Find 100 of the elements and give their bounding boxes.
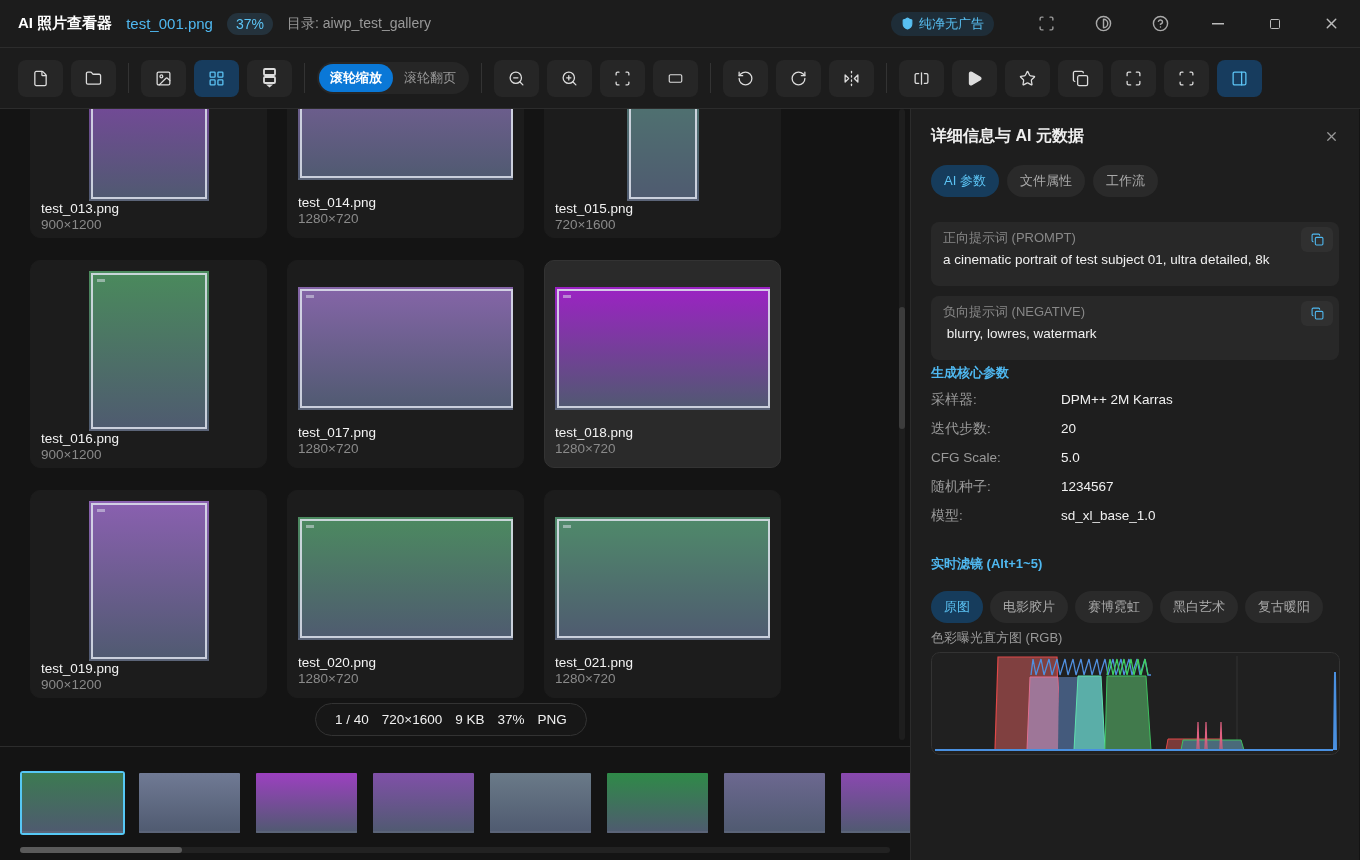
status-text: 37% <box>497 712 525 727</box>
star-icon <box>1019 69 1036 87</box>
focus-icon <box>1178 69 1195 87</box>
filter-chip[interactable]: 黑白艺术 <box>1160 591 1238 623</box>
scrollbar-thumb[interactable] <box>20 847 182 853</box>
zoom-in-icon <box>561 69 578 87</box>
card-dimensions: 900×1200 <box>41 447 103 463</box>
param-value: DPM++ 2M Karras <box>1061 391 1174 409</box>
expand-icon <box>1125 69 1142 87</box>
image-card[interactable]: test_021.png 1280×720 <box>544 490 781 698</box>
image-card[interactable]: test_016.png 900×1200 <box>30 260 267 468</box>
image-card[interactable]: test_015.png 720×1600 <box>544 109 781 238</box>
param-value: 20 <box>1061 420 1078 438</box>
scrollbar-thumb[interactable] <box>899 307 905 429</box>
param-label: 迭代步数: <box>931 420 992 438</box>
badge-label: 纯净无广告 <box>919 14 984 33</box>
panel-tab[interactable]: 工作流 <box>1092 165 1158 197</box>
zoom-badge: 37% <box>226 12 273 35</box>
rotate-left-button[interactable] <box>723 59 768 97</box>
copy-icon <box>1310 233 1324 246</box>
fit-icon <box>614 69 631 87</box>
card-dimensions: 1280×720 <box>298 211 360 227</box>
image-card[interactable]: test_013.png 900×1200 <box>30 109 267 238</box>
card-file-name: test_016.png <box>41 431 121 447</box>
section-heading: 生成核心参数 <box>931 364 1010 382</box>
single-button[interactable] <box>141 59 186 97</box>
contrast-icon <box>1095 15 1112 32</box>
side-panel-icon <box>1231 69 1248 87</box>
param-label: 模型: <box>931 507 964 525</box>
filter-chip[interactable]: 电影胶片 <box>990 591 1068 623</box>
card-dimensions: 1280×720 <box>298 671 360 687</box>
copy-button[interactable] <box>1301 227 1333 252</box>
image-card[interactable]: test_019.png 900×1200 <box>30 490 267 698</box>
copy-icon <box>1072 69 1089 87</box>
folder-button[interactable] <box>71 59 116 97</box>
minimize-icon <box>1211 22 1224 25</box>
rotate-left-icon <box>737 69 754 87</box>
strip-view-icon <box>261 68 278 88</box>
zoom-out-icon <box>508 69 525 87</box>
status-text: PNG <box>537 712 567 727</box>
histogram-area <box>1180 739 1245 751</box>
wheel-mode-option[interactable]: 滚轮缩放 <box>319 64 393 92</box>
expand-button[interactable] <box>1111 59 1156 97</box>
actual-size-button[interactable] <box>653 59 698 97</box>
card-dimensions: 720×1600 <box>555 217 617 233</box>
star-button[interactable] <box>1005 59 1050 97</box>
copy-button[interactable] <box>1301 301 1333 326</box>
card-dimensions: 900×1200 <box>41 217 103 233</box>
card-file-name: test_018.png <box>555 425 635 441</box>
panel-button[interactable] <box>1217 59 1262 97</box>
image-card[interactable]: test_017.png 1280×720 <box>287 260 524 468</box>
param-value: 5.0 <box>1061 449 1081 467</box>
strip-button[interactable] <box>247 59 292 97</box>
grid-icon <box>208 69 225 87</box>
prompt-text: a cinematic portrait of test subject 01, ultra detailed, 8k <box>943 252 1271 267</box>
card-file-name: test_021.png <box>555 655 635 671</box>
fit-button[interactable] <box>600 59 645 97</box>
card-file-name: test_014.png <box>298 195 378 211</box>
filter-chip[interactable]: 赛博霓虹 <box>1075 591 1153 623</box>
zoom-in-button[interactable] <box>547 59 592 97</box>
prompt-label: 正向提示词 (PROMPT) <box>943 229 1076 247</box>
param-label: 随机种子: <box>931 478 992 496</box>
file-button[interactable] <box>18 59 63 97</box>
flip-button[interactable] <box>829 59 874 97</box>
param-value: sd_xl_base_1.0 <box>1061 507 1157 525</box>
play-button[interactable] <box>952 59 997 97</box>
card-file-name: test_020.png <box>298 655 378 671</box>
image-icon <box>155 69 172 87</box>
histogram-label: 色彩曝光直方图 (RGB) <box>931 629 1064 647</box>
file-icon <box>32 69 49 87</box>
wheel-mode-option[interactable]: 滚轮翻页 <box>393 64 467 92</box>
zoom-out-button[interactable] <box>494 59 539 97</box>
panel-tab[interactable]: AI 参数 <box>931 165 999 197</box>
prompt-text: blurry, lowres, watermark <box>945 326 1098 341</box>
card-file-name: test_017.png <box>298 425 378 441</box>
compare-button[interactable] <box>899 59 944 97</box>
copy-button[interactable] <box>1058 59 1103 97</box>
image-card[interactable]: test_020.png 1280×720 <box>287 490 524 698</box>
panel-tab[interactable]: 文件属性 <box>1006 165 1085 197</box>
copy-icon <box>1310 307 1324 320</box>
maximize-icon <box>1268 17 1281 30</box>
directory-label: 目录: aiwp_test_gallery <box>286 14 431 33</box>
status-text: 1 / 40 <box>335 712 369 727</box>
param-label: CFG Scale: <box>931 449 1002 467</box>
fullscreen-icon <box>1038 15 1055 32</box>
card-dimensions: 900×1200 <box>41 677 103 693</box>
image-card[interactable]: test_014.png 1280×720 <box>287 109 524 238</box>
file-name: test_001.png <box>126 15 213 32</box>
grid-button[interactable] <box>194 59 239 97</box>
section-heading: 实时滤镜 (Alt+1~5) <box>931 555 1044 573</box>
card-file-name: test_013.png <box>41 201 121 217</box>
image-card[interactable]: test_018.png 1280×720 <box>544 260 781 468</box>
focus-button[interactable] <box>1164 59 1209 97</box>
rotate-right-button[interactable] <box>776 59 821 97</box>
status-text: 9 KB <box>455 712 485 727</box>
prompt-label: 负向提示词 (NEGATIVE) <box>943 303 1086 321</box>
filter-chip[interactable]: 原图 <box>931 591 983 623</box>
card-dimensions: 1280×720 <box>555 671 617 687</box>
filter-chip[interactable]: 复古暖阳 <box>1245 591 1323 623</box>
card-dimensions: 1280×720 <box>298 441 360 457</box>
